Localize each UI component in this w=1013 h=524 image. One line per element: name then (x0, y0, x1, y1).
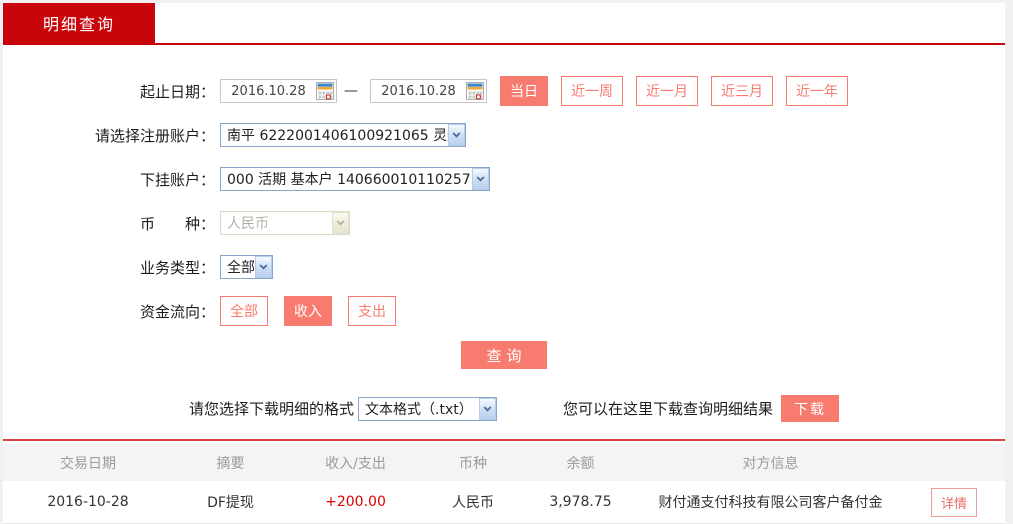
currency-label: 币 种： (139, 214, 215, 233)
cell-currency: 人民币 (452, 495, 494, 511)
business-type-value: 全部 (227, 260, 255, 276)
chevron-down-icon (255, 256, 272, 278)
download-hint: 您可以在这里下载查询明细结果 (563, 400, 774, 418)
chevron-down-icon (448, 124, 465, 146)
header-balance: 余额 (566, 455, 595, 472)
query-form: 起止日期： — (3, 45, 1005, 422)
calendar-icon[interactable] (316, 82, 334, 100)
header-counterparty: 对方信息 (742, 455, 799, 472)
chevron-down-icon (332, 212, 349, 234)
date-range-label: 起止日期： (139, 82, 215, 101)
chevron-down-icon (479, 397, 497, 420)
fund-flow-label: 资金流向： (139, 302, 215, 321)
result-separator-line (3, 439, 1005, 441)
currency-select: 人民币 (220, 211, 350, 235)
sub-account-label: 下挂账户： (139, 170, 215, 189)
business-type-select[interactable]: 全部 (220, 255, 273, 279)
date-separator: — (344, 83, 358, 99)
registered-account-row: 请选择注册账户： 南平 6222001406100921065 灵通卡 (3, 113, 1005, 157)
result-table-header: 交易日期 摘要 收入/支出 币种 余额 对方信息 (3, 444, 1005, 481)
detail-button[interactable]: 详情 (930, 487, 977, 517)
header-income-expense: 收入/支出 (325, 455, 386, 472)
header-currency: 币种 (459, 455, 487, 472)
fund-flow-all-button[interactable]: 全部 (220, 296, 268, 326)
query-button-row: 查询 (3, 341, 1005, 369)
end-date-input[interactable] (371, 83, 466, 99)
sub-account-value: 000 活期 基本户 1406600101102571848 (227, 172, 472, 188)
fund-flow-row: 资金流向： 全部 收入 支出 (3, 289, 1005, 333)
quick-range-year-button[interactable]: 近一年 (786, 76, 848, 106)
quick-range-month-button[interactable]: 近一月 (636, 76, 698, 106)
registered-account-select[interactable]: 南平 6222001406100921065 灵通卡 (220, 123, 466, 147)
header-trade-date: 交易日期 (60, 455, 116, 472)
registered-account-label: 请选择注册账户： (94, 126, 215, 145)
registered-account-value: 南平 6222001406100921065 灵通卡 (227, 128, 448, 144)
quick-range-today-button[interactable]: 当日 (500, 76, 548, 106)
end-date-field (370, 79, 487, 103)
chevron-down-icon (472, 168, 489, 190)
tab-detail-query[interactable]: 明细查询 (3, 3, 155, 43)
download-format-select[interactable]: 文本格式（.txt） (358, 396, 498, 421)
cell-trade-date: 2016-10-28 (47, 494, 129, 510)
fund-flow-expense-button[interactable]: 支出 (348, 296, 396, 326)
cell-counterparty: 财付通支付科技有限公司客户备付金 (658, 495, 883, 511)
date-range-row: 起止日期： — (3, 69, 1005, 113)
fund-flow-income-button[interactable]: 收入 (284, 296, 332, 326)
quick-range-quarter-button[interactable]: 近三月 (711, 76, 773, 106)
detail-query-panel: 明细查询 起止日期： 2016.10.28 — 2016.10.28 当日 近一… (3, 3, 1005, 524)
header-summary: 摘要 (216, 455, 245, 472)
cell-summary: DF提现 (207, 495, 254, 511)
sub-account-select[interactable]: 000 活期 基本户 1406600101102571848 (220, 167, 490, 191)
tab-bar: 明细查询 (3, 3, 1005, 43)
business-type-row: 业务类型： 全部 (3, 245, 1005, 289)
download-button[interactable]: 下载 (781, 395, 840, 422)
sub-account-row: 下挂账户： 000 活期 基本户 1406600101102571848 (3, 157, 1005, 201)
start-date-input[interactable] (221, 83, 316, 99)
cell-balance: 3,978.75 (549, 494, 612, 510)
quick-range-week-button[interactable]: 近一周 (561, 76, 623, 106)
download-format-value: 文本格式（.txt） (365, 401, 473, 418)
currency-value: 人民币 (227, 216, 269, 232)
query-button[interactable]: 查询 (461, 341, 547, 369)
currency-row: 币 种： 人民币 (3, 201, 1005, 245)
download-row: 请您选择下载明细的格式 文本格式（.txt） 您可以在这里下载查询明细结果 下载 (3, 395, 1005, 422)
start-date-field (220, 79, 337, 103)
cell-amount: +200.00 (325, 494, 386, 510)
download-format-label: 请您选择下载明细的格式 (189, 400, 355, 418)
business-type-label: 业务类型： (139, 258, 215, 277)
calendar-icon[interactable] (466, 82, 484, 100)
tab-label: 明细查询 (42, 15, 115, 34)
